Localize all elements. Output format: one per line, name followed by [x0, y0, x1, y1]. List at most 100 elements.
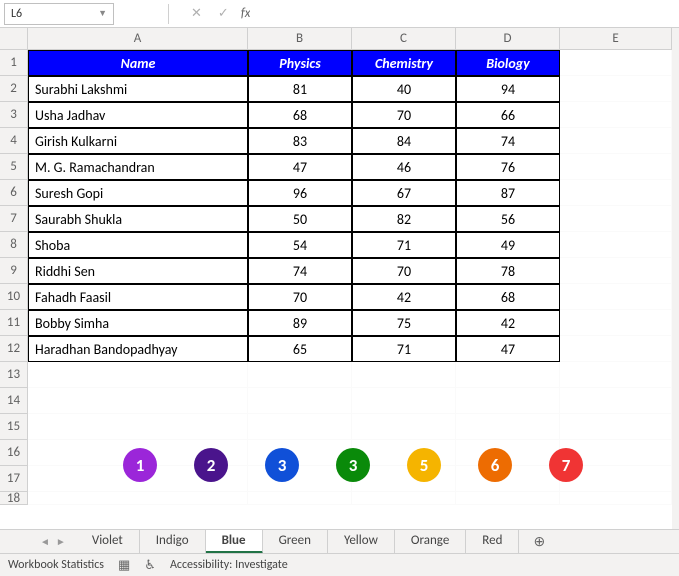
- cell[interactable]: [560, 258, 672, 284]
- cell[interactable]: [248, 414, 352, 440]
- tab-prev-icon[interactable]: ◄: [40, 535, 50, 548]
- row-header[interactable]: 13: [0, 362, 28, 388]
- chevron-down-icon[interactable]: ▼: [98, 8, 107, 19]
- row-header[interactable]: 12: [0, 336, 28, 362]
- cell[interactable]: [560, 310, 672, 336]
- cell[interactable]: [352, 388, 456, 414]
- cell[interactable]: [456, 414, 560, 440]
- name-box[interactable]: L6 ▼: [4, 3, 114, 25]
- stats-icon[interactable]: ▦: [118, 558, 130, 573]
- cell[interactable]: 78: [456, 258, 560, 284]
- cell[interactable]: 89: [248, 310, 352, 336]
- col-header-b[interactable]: B: [248, 28, 352, 49]
- cell[interactable]: [248, 388, 352, 414]
- cell[interactable]: 82: [352, 206, 456, 232]
- cell[interactable]: 49: [456, 232, 560, 258]
- cell[interactable]: Girish Kulkarni: [28, 128, 248, 154]
- row-header[interactable]: 7: [0, 206, 28, 232]
- cell[interactable]: 40: [352, 76, 456, 102]
- cell[interactable]: 81: [248, 76, 352, 102]
- cell[interactable]: 74: [248, 258, 352, 284]
- row-header[interactable]: 5: [0, 154, 28, 180]
- cell[interactable]: 47: [248, 154, 352, 180]
- row-header[interactable]: 10: [0, 284, 28, 310]
- row-header[interactable]: 14: [0, 388, 28, 414]
- cell[interactable]: [560, 128, 672, 154]
- cell[interactable]: [456, 492, 560, 505]
- cell[interactable]: [28, 388, 248, 414]
- row-header[interactable]: 15: [0, 414, 28, 440]
- cell[interactable]: [28, 414, 248, 440]
- row-header[interactable]: 4: [0, 128, 28, 154]
- cell[interactable]: 47: [456, 336, 560, 362]
- row-header[interactable]: 8: [0, 232, 28, 258]
- fx-icon[interactable]: fx: [241, 6, 251, 21]
- cell[interactable]: Fahadh Faasil: [28, 284, 248, 310]
- cell[interactable]: Physics: [248, 50, 352, 76]
- cell[interactable]: [560, 50, 672, 76]
- accessibility-status[interactable]: Accessibility: Investigate: [170, 558, 288, 572]
- cell[interactable]: 56: [456, 206, 560, 232]
- cell[interactable]: [456, 362, 560, 388]
- cell[interactable]: 71: [352, 336, 456, 362]
- row-header[interactable]: 6: [0, 180, 28, 206]
- select-all-corner[interactable]: [0, 28, 28, 50]
- add-sheet-button[interactable]: ⊕: [519, 533, 559, 550]
- row-header[interactable]: 11: [0, 310, 28, 336]
- row-header[interactable]: 9: [0, 258, 28, 284]
- cell[interactable]: 70: [352, 258, 456, 284]
- cell[interactable]: Shoba: [28, 232, 248, 258]
- cell[interactable]: [28, 362, 248, 388]
- row-header[interactable]: 17: [0, 466, 28, 492]
- cell[interactable]: 84: [352, 128, 456, 154]
- cell[interactable]: 87: [456, 180, 560, 206]
- cell[interactable]: [560, 492, 672, 505]
- cell[interactable]: 74: [456, 128, 560, 154]
- row-header[interactable]: 2: [0, 76, 28, 102]
- cell[interactable]: 66: [456, 102, 560, 128]
- cell[interactable]: Name: [28, 50, 248, 76]
- cell[interactable]: [560, 362, 672, 388]
- cell[interactable]: 67: [352, 180, 456, 206]
- tab-next-icon[interactable]: ►: [56, 535, 66, 548]
- tab-nav[interactable]: ◄ ►: [30, 535, 76, 548]
- cell[interactable]: 54: [248, 232, 352, 258]
- row-header[interactable]: 1: [0, 50, 28, 76]
- sheet-tab-blue[interactable]: Blue: [206, 530, 263, 554]
- cell[interactable]: 96: [248, 180, 352, 206]
- cell[interactable]: 94: [456, 76, 560, 102]
- cell[interactable]: [352, 492, 456, 505]
- cell[interactable]: [456, 388, 560, 414]
- cell[interactable]: 70: [352, 102, 456, 128]
- cell[interactable]: [560, 180, 672, 206]
- cell[interactable]: Suresh Gopi: [28, 180, 248, 206]
- cell[interactable]: 42: [352, 284, 456, 310]
- cell[interactable]: [352, 414, 456, 440]
- col-header-c[interactable]: C: [352, 28, 456, 49]
- cell[interactable]: M. G. Ramachandran: [28, 154, 248, 180]
- cell[interactable]: 68: [456, 284, 560, 310]
- sheet-tab-orange[interactable]: Orange: [395, 530, 466, 554]
- workbook-stats[interactable]: Workbook Statistics: [8, 558, 104, 572]
- sheet-tab-violet[interactable]: Violet: [76, 530, 140, 554]
- cell[interactable]: [560, 414, 672, 440]
- cell[interactable]: Haradhan Bandopadhyay: [28, 336, 248, 362]
- row-header[interactable]: 18: [0, 492, 28, 505]
- cell[interactable]: Surabhi Lakshmi: [28, 76, 248, 102]
- formula-input[interactable]: [250, 3, 679, 25]
- cell[interactable]: 65: [248, 336, 352, 362]
- cell[interactable]: 46: [352, 154, 456, 180]
- cell[interactable]: [560, 232, 672, 258]
- cell[interactable]: [560, 102, 672, 128]
- cell[interactable]: [560, 336, 672, 362]
- cell[interactable]: 75: [352, 310, 456, 336]
- vertical-scrollbar[interactable]: [672, 28, 679, 529]
- cell[interactable]: Usha Jadhav: [28, 102, 248, 128]
- cell[interactable]: [28, 492, 248, 505]
- cell[interactable]: [248, 492, 352, 505]
- sheet-tab-yellow[interactable]: Yellow: [328, 530, 395, 554]
- cell[interactable]: [560, 284, 672, 310]
- cell[interactable]: 83: [248, 128, 352, 154]
- sheet-tab-green[interactable]: Green: [263, 530, 328, 554]
- cell[interactable]: Bobby Simha: [28, 310, 248, 336]
